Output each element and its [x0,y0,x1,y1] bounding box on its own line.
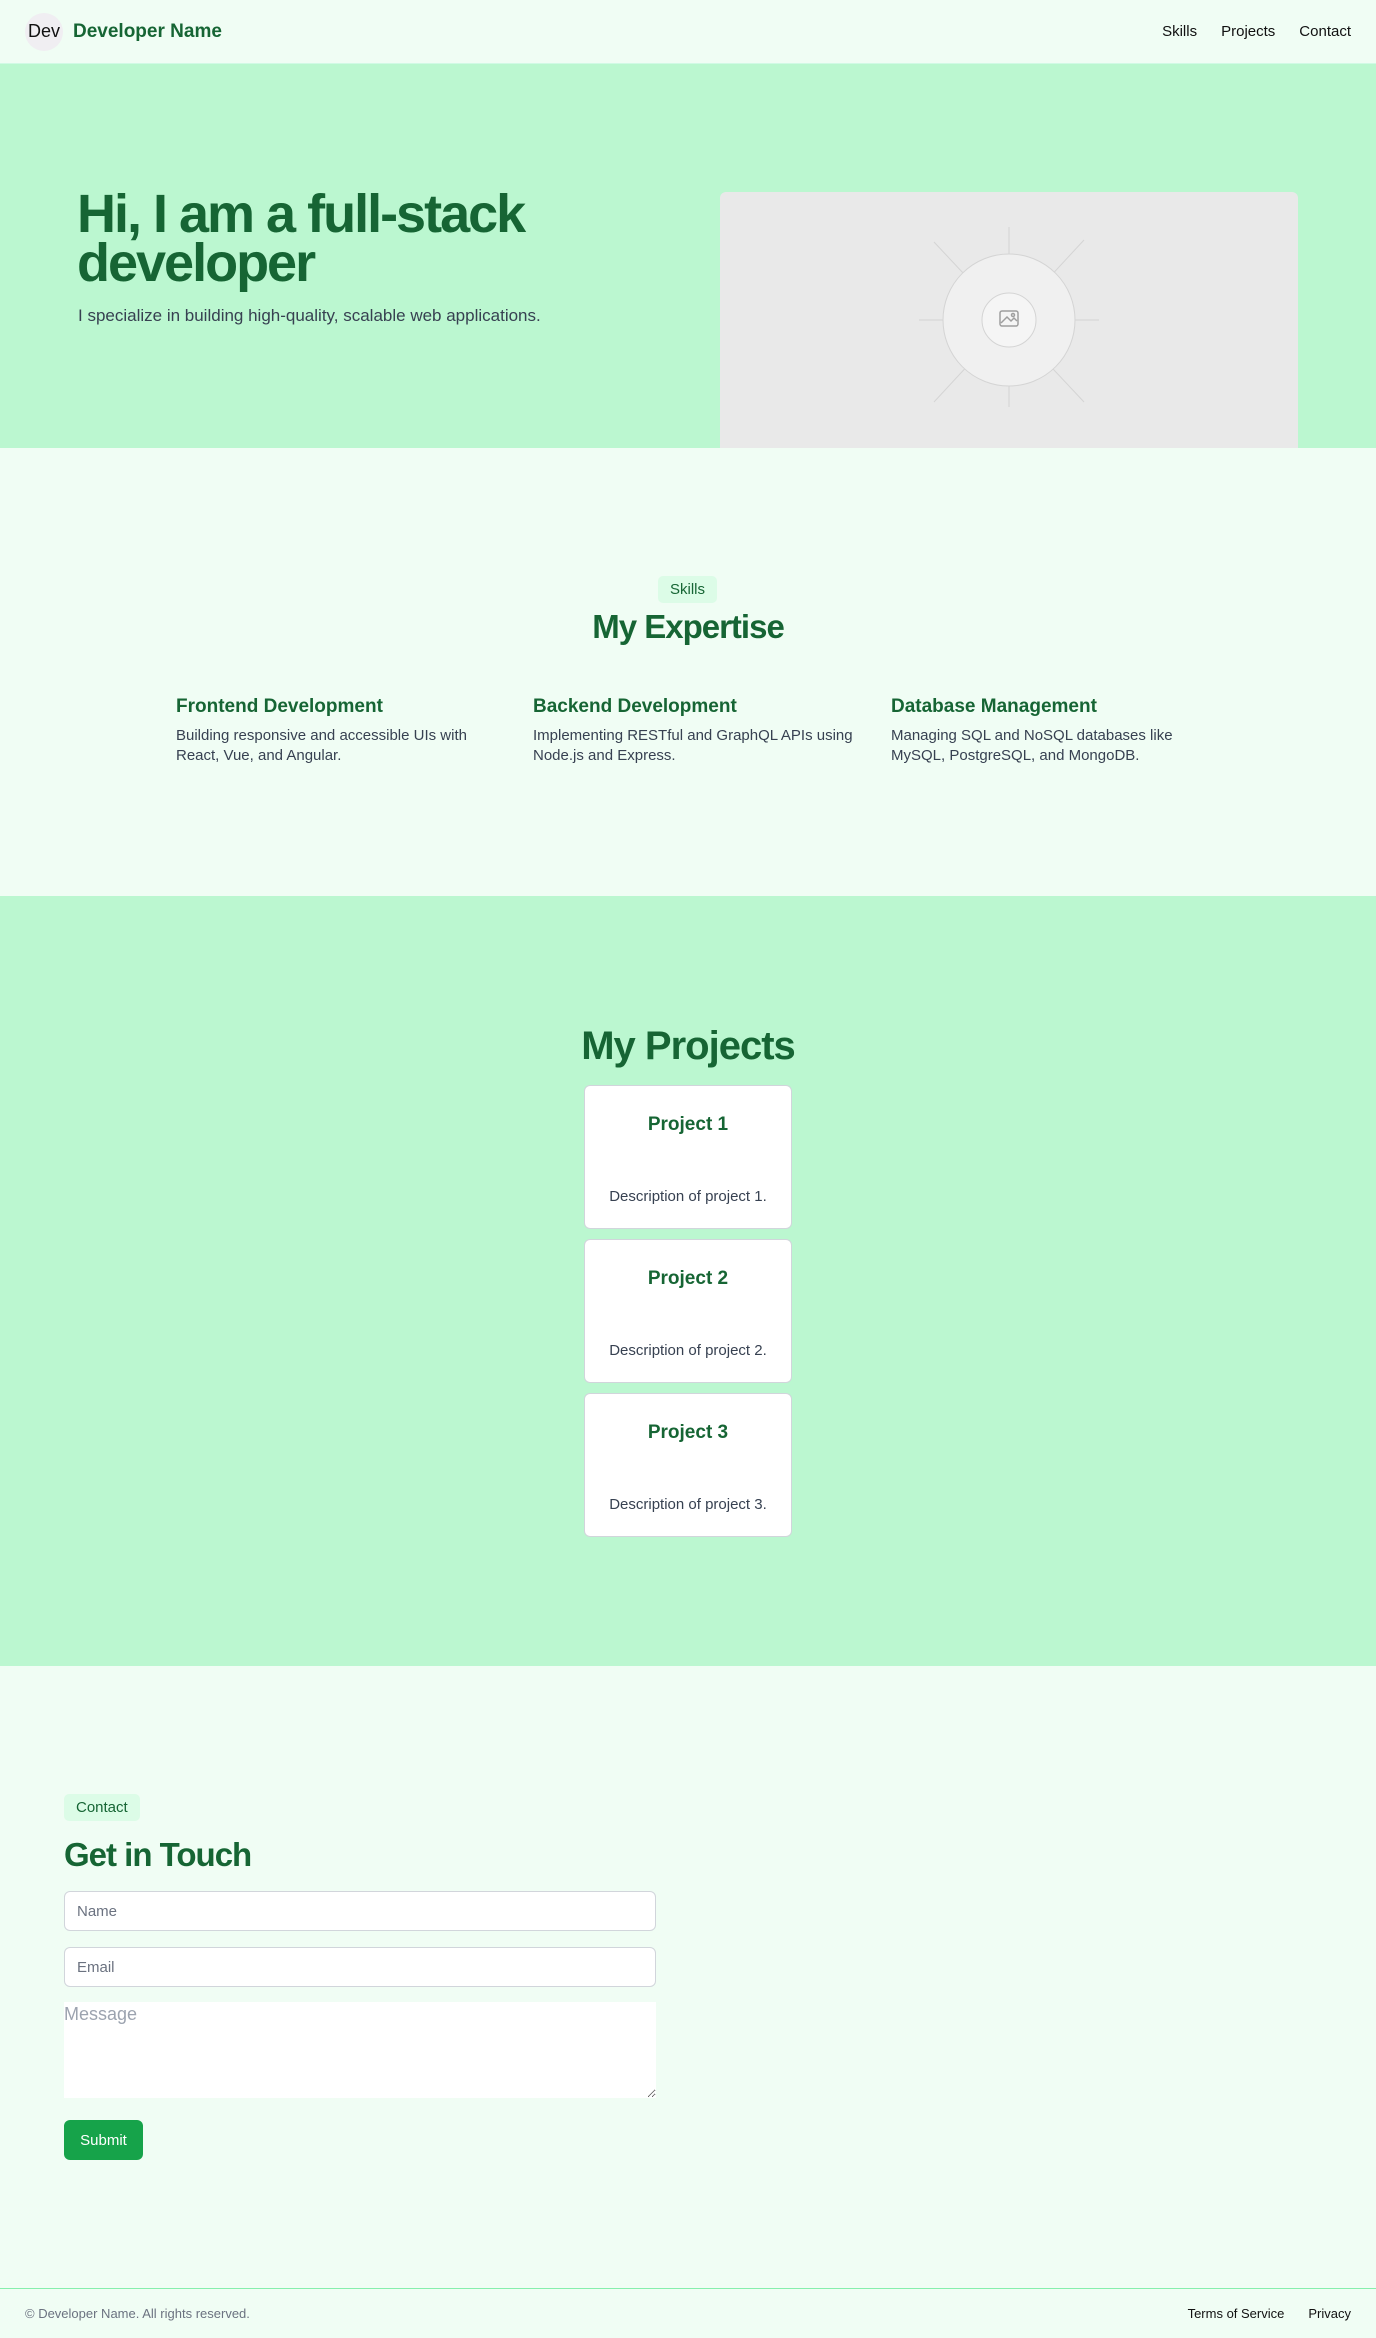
skill-title: Database Management [891,696,1097,717]
nav-link-skills[interactable]: Skills [1162,23,1197,40]
project-card[interactable]: Project 1 Description of project 1. [584,1085,792,1229]
skills-title: My Expertise [592,608,785,645]
project-description: Description of project 2. [609,1342,767,1359]
project-title: Project 2 [647,1268,729,1289]
site-footer: © Developer Name. All rights reserved. T… [0,2288,1376,2338]
name-input[interactable] [64,1891,656,1931]
project-title: Project 1 [647,1114,729,1135]
hero-image-placeholder [720,192,1298,448]
image-placeholder-icon [919,227,1099,407]
contact-badge: Contact [64,1794,140,1821]
projects-section: My Projects Project 1 Description of pro… [0,896,1376,1666]
project-title: Project 3 [647,1422,729,1443]
brand-name[interactable]: Developer Name [73,21,222,43]
avatar: Dev [25,12,63,51]
main-nav: Skills Projects Contact [1162,23,1351,40]
skill-description: Implementing RESTful and GraphQL APIs us… [533,727,853,764]
skill-description: Managing SQL and NoSQL databases like My… [891,727,1173,764]
email-input[interactable] [64,1947,656,1987]
skill-item: Frontend Development Building responsive… [176,696,506,766]
submit-button[interactable]: Submit [64,2120,143,2160]
skill-item: Backend Development Implementing RESTful… [533,696,863,766]
message-textarea[interactable] [64,2002,656,2098]
project-description: Description of project 3. [609,1496,767,1513]
skill-description: Building responsive and accessible UIs w… [176,727,467,764]
project-card[interactable]: Project 3 Description of project 3. [584,1393,792,1537]
project-description: Description of project 1. [609,1188,767,1205]
skill-title: Backend Development [533,696,737,717]
skill-title: Frontend Development [176,696,383,717]
nav-link-contact[interactable]: Contact [1299,23,1351,40]
hero-title: Hi, I am a full-stack developer [77,184,526,293]
project-card[interactable]: Project 2 Description of project 2. [584,1239,792,1383]
skills-badge: Skills [658,576,718,603]
nav-link-projects[interactable]: Projects [1221,23,1275,40]
projects-title: My Projects [581,1024,796,1068]
site-header: Dev Developer Name Skills Projects Conta… [0,0,1376,64]
skill-item: Database Management Managing SQL and NoS… [891,696,1221,766]
terms-link[interactable]: Terms of Service [1188,2306,1285,2321]
skills-section: Skills My Expertise Frontend Development… [0,448,1376,896]
copyright-text: © Developer Name. All rights reserved. [25,2306,250,2321]
privacy-link[interactable]: Privacy [1308,2306,1351,2321]
brand[interactable]: Dev Developer Name [25,12,222,51]
contact-section: Contact Get in Touch Submit [0,1666,1376,2288]
footer-links: Terms of Service Privacy [1188,2306,1351,2321]
hero-section: Hi, I am a full-stack developer I specia… [0,64,1376,448]
hero-subtitle: I specialize in building high-quality, s… [78,306,541,325]
contact-title: Get in Touch [64,1836,252,1873]
